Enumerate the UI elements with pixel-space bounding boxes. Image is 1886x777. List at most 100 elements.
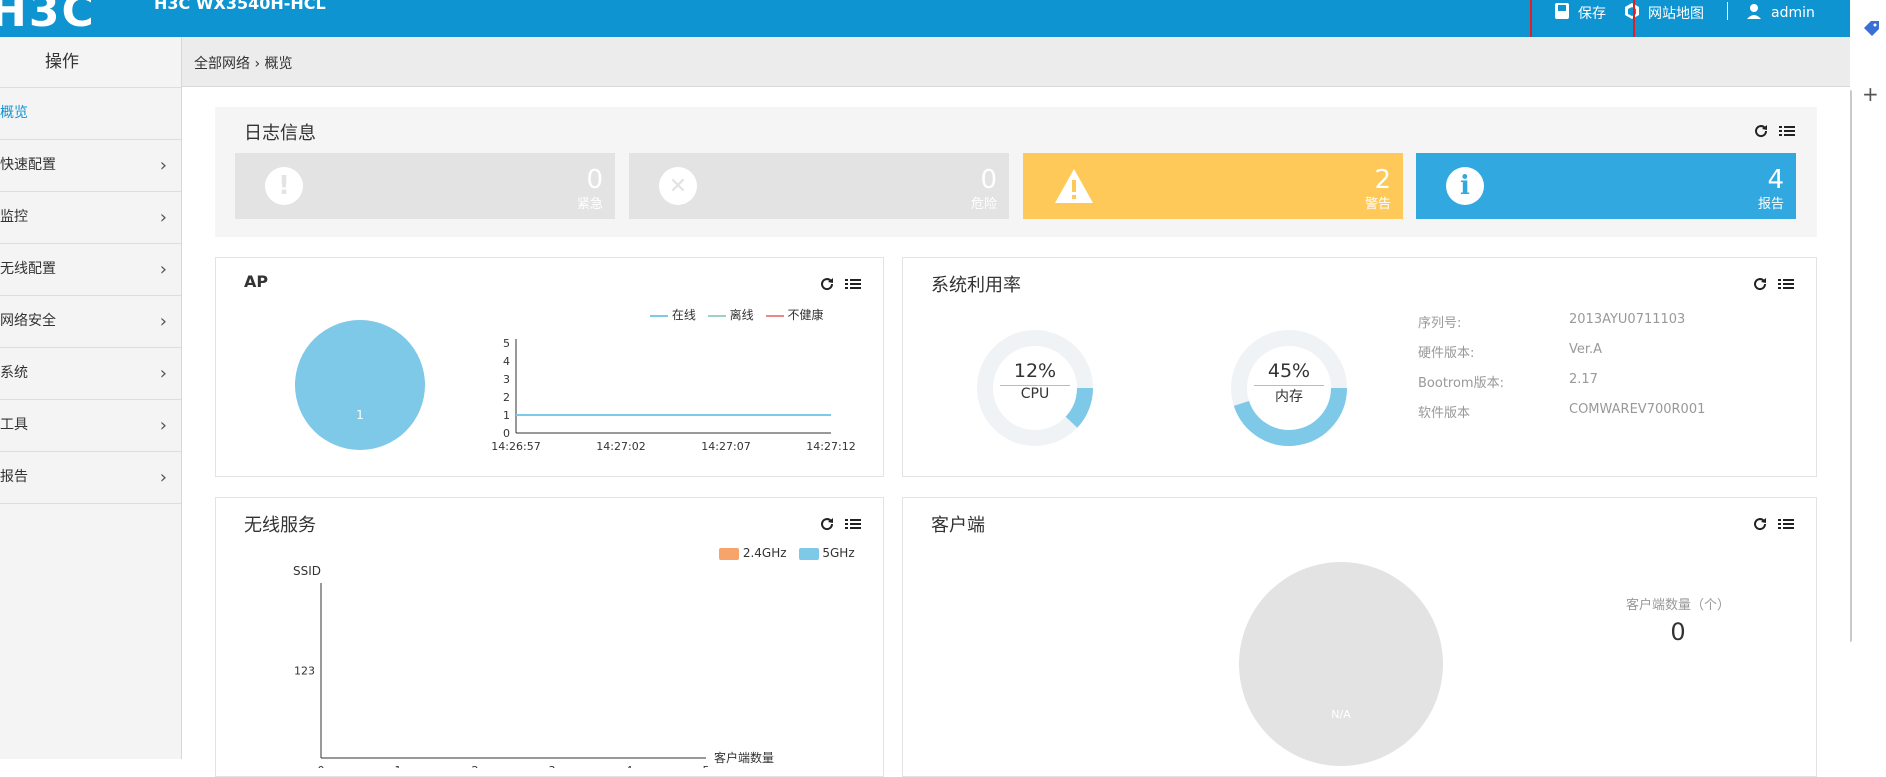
wireless-bar-chart: SSID客户端数量012345123	[293, 564, 774, 768]
y-tick-label: 1	[503, 409, 510, 422]
info-icon: i	[1446, 167, 1484, 205]
log-card-warning[interactable]: 2 警告	[1023, 153, 1403, 219]
device-model: H3C WX3540H-HCL	[154, 0, 326, 13]
wireless-service-title: 无线服务	[244, 515, 316, 536]
header-divider	[1727, 2, 1728, 20]
sidebar: 操作 概览 快速配置 › 监控 › 无线配置 › 网络安全 › 系统 › 工具 …	[0, 37, 182, 759]
chevron-right-icon: ›	[159, 415, 167, 436]
panel-actions	[819, 516, 861, 536]
sidebar-item-system[interactable]: 系统 ›	[0, 348, 181, 400]
tag-icon[interactable]	[1862, 20, 1880, 42]
log-count: 0	[586, 165, 603, 195]
list-icon[interactable]	[1778, 516, 1794, 536]
legend-unhealthy[interactable]: 不健康	[765, 306, 824, 323]
legend-offline[interactable]: 离线	[707, 306, 754, 323]
list-icon[interactable]	[1779, 123, 1795, 143]
log-panel: 日志信息 ! 0 紧急 ✕ 0 危险 2 警告 i 4 报告	[215, 107, 1817, 237]
ap-pie-chart[interactable]: 1	[295, 320, 425, 450]
bootrom-version-label: Bootrom版本:	[1418, 376, 1504, 391]
serial-value: 2013AYU0711103	[1569, 312, 1686, 327]
x-tick-label: 14:27:07	[701, 440, 750, 453]
right-utility-strip: +	[1850, 0, 1886, 759]
sidebar-item-tools[interactable]: 工具 ›	[0, 400, 181, 452]
refresh-icon[interactable]	[1753, 123, 1769, 143]
breadcrumb-separator: ›	[254, 56, 261, 72]
sidebar-item-label: 报告	[0, 469, 28, 485]
log-card-report[interactable]: i 4 报告	[1416, 153, 1796, 219]
chevron-right-icon: ›	[159, 155, 167, 176]
x-tick-label: 3	[549, 764, 556, 768]
main-content: 日志信息 ! 0 紧急 ✕ 0 危险 2 警告 i 4 报告 AP 1 在线 离…	[182, 87, 1850, 777]
clients-count: 0	[1670, 618, 1686, 646]
sidebar-title: 操作	[0, 37, 181, 88]
chevron-right-icon: ›	[159, 363, 167, 384]
x-tick-label: 4	[626, 764, 633, 768]
list-icon[interactable]	[845, 516, 861, 536]
sidebar-item-label: 网络安全	[0, 313, 56, 329]
sidebar-item-wireless-config[interactable]: 无线配置 ›	[0, 244, 181, 296]
ap-line-chart: 0 1 2 3 4 5 14:26:57 14:27:02 14:27:07 14:27:12	[491, 337, 855, 453]
software-version-value: COMWAREV700R001	[1569, 402, 1706, 417]
breadcrumb-current: 概览	[264, 56, 293, 72]
x-icon: ✕	[659, 167, 697, 205]
log-label: 报告	[1757, 197, 1784, 212]
cpu-percent: 12%	[1013, 360, 1057, 382]
chevron-right-icon: ›	[159, 207, 167, 228]
sidebar-item-label: 快速配置	[0, 157, 56, 173]
clients-panel: 客户端 N/A 客户端数量（个） 0	[902, 497, 1817, 777]
sidebar-item-report[interactable]: 报告 ›	[0, 452, 181, 504]
clients-pie-label: N/A	[1331, 708, 1351, 721]
clients-count-label: 客户端数量（个）	[1625, 598, 1730, 613]
ap-legend: 在线 离线 不健康	[650, 306, 824, 323]
x-tick-label: 5	[703, 764, 710, 768]
system-usage-panel: 系统利用率 12% CPU 45% 内存 序列号: 2013AYU0711103…	[902, 257, 1817, 477]
sidebar-item-overview[interactable]: 概览	[0, 88, 181, 140]
x-tick-label: 2	[472, 764, 479, 768]
system-usage-title: 系统利用率	[931, 275, 1021, 296]
y-tick-label: 3	[503, 373, 510, 386]
sidebar-item-label: 系统	[0, 365, 28, 381]
y-tick-label: 5	[503, 337, 510, 350]
user-menu[interactable]: admin	[1745, 0, 1815, 25]
x-tick-label: 14:27:12	[806, 440, 855, 453]
sidebar-item-quick-config[interactable]: 快速配置 ›	[0, 140, 181, 192]
user-icon	[1745, 2, 1763, 24]
x-axis-title: 客户端数量	[714, 750, 774, 765]
panel-actions	[1752, 516, 1794, 536]
refresh-icon[interactable]	[1752, 276, 1768, 296]
x-tick-label: 14:26:57	[491, 440, 540, 453]
sidebar-item-label: 概览	[0, 105, 28, 121]
sidebar-item-network-security[interactable]: 网络安全 ›	[0, 296, 181, 348]
chevron-right-icon: ›	[159, 311, 167, 332]
ap-panel: AP 1 在线 离线 不健康 0 1 2 3 4 5 14:26:57 14:27:02 14:…	[215, 257, 884, 477]
clients-pie-chart[interactable]: N/A	[1239, 562, 1443, 766]
breadcrumb-root[interactable]: 全部网络	[194, 56, 250, 72]
sidebar-item-label: 工具	[0, 417, 28, 433]
legend-online[interactable]: 在线	[650, 306, 696, 323]
sitemap-button[interactable]: 网站地图	[1624, 0, 1704, 25]
log-label: 危险	[970, 197, 997, 212]
log-count: 0	[980, 165, 997, 195]
software-version-label: 软件版本	[1418, 406, 1471, 421]
chevron-right-icon: ›	[159, 259, 167, 280]
refresh-icon[interactable]	[1752, 516, 1768, 536]
y-tick-label: 2	[503, 391, 510, 404]
y-category-label: 123	[294, 665, 315, 678]
sidebar-item-label: 无线配置	[0, 261, 56, 277]
list-icon[interactable]	[1778, 276, 1794, 296]
hardware-version-label: 硬件版本:	[1418, 346, 1475, 361]
bootrom-version-value: 2.17	[1569, 372, 1598, 387]
panel-actions	[1752, 276, 1794, 296]
brand-logo: H3C	[0, 0, 96, 37]
log-card-emergency[interactable]: ! 0 紧急	[235, 153, 615, 219]
panel-actions	[1753, 123, 1795, 143]
refresh-icon[interactable]	[819, 516, 835, 536]
add-icon[interactable]: +	[1862, 82, 1879, 106]
log-card-critical[interactable]: ✕ 0 危险	[629, 153, 1009, 219]
refresh-icon[interactable]	[819, 276, 835, 296]
list-icon[interactable]	[845, 276, 861, 296]
clients-title: 客户端	[931, 515, 985, 536]
sidebar-item-monitor[interactable]: 监控 ›	[0, 192, 181, 244]
sitemap-label: 网站地图	[1648, 5, 1704, 22]
memory-percent: 45%	[1267, 360, 1311, 382]
